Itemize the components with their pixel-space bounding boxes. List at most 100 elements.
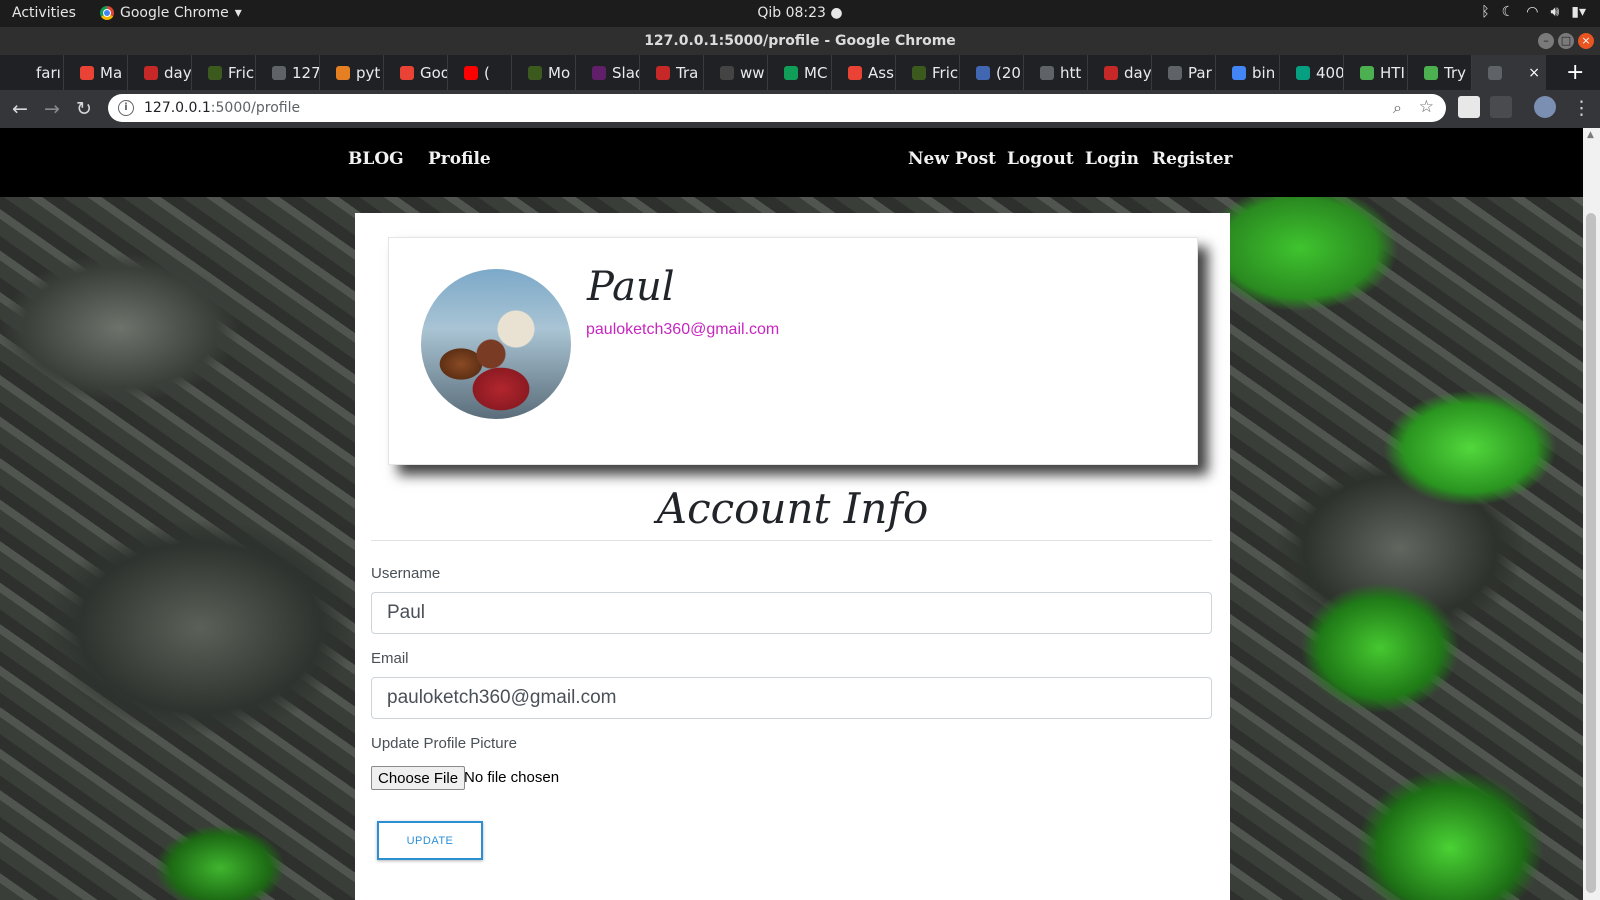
tab[interactable]: Ass [832,55,896,90]
battery-icon[interactable]: ▮▾ [1571,4,1586,20]
tab[interactable]: Try [1408,55,1472,90]
nav-brand[interactable]: BLOG [348,149,404,169]
divider [371,540,1212,541]
tab-favicon-icon [464,65,478,80]
email-label: Email [371,650,409,667]
tab-favicon-icon [848,65,862,80]
maximize-icon[interactable]: □ [1558,33,1574,49]
bluetooth-icon[interactable]: ᛒ [1481,4,1489,20]
nav-profile[interactable]: Profile [428,149,491,169]
tab-favicon-icon [592,65,606,80]
tab[interactable]: farı [0,55,64,90]
tab-label: Goo [420,63,448,82]
tab[interactable]: Fric [896,55,960,90]
nav-logout[interactable]: Logout [1007,149,1074,169]
nav-register[interactable]: Register [1152,149,1232,169]
tab-favicon-icon [1040,65,1054,80]
tab[interactable]: pyt [320,55,384,90]
scroll-up-icon[interactable]: ▲ [1587,130,1594,140]
tab[interactable]: Tra [640,55,704,90]
extension-icon[interactable] [1490,96,1512,118]
tab[interactable]: 127 [256,55,320,90]
wifi-icon[interactable]: ◠ [1526,4,1538,20]
choose-file-button[interactable]: Choose File [371,766,466,790]
tab-label: Ass [868,63,894,82]
content-panel: Paul pauloketch360@gmail.com Account Inf… [355,213,1230,900]
nav-new-post[interactable]: New Post [908,149,996,169]
tab-label: htt [1060,63,1082,82]
tab-favicon-icon [528,65,542,80]
font-extension-icon[interactable] [1458,96,1480,118]
tab-label: 127 [292,63,320,82]
tab-favicon-icon [272,65,286,80]
tab-label: Ma [100,63,123,82]
tab-favicon-icon [400,65,414,80]
tab-favicon-icon [976,65,990,80]
profile-card: Paul pauloketch360@gmail.com [388,237,1198,465]
avatar [421,269,571,419]
window-title: 127.0.0.1:5000/profile - Google Chrome [0,27,1600,55]
url-path: :5000/profile [210,100,301,116]
username-label: Username [371,565,441,582]
close-window-icon[interactable]: × [1578,33,1594,49]
tab-favicon-icon [656,65,670,80]
tab[interactable]: ( [448,55,512,90]
back-arrow-icon[interactable]: ← [12,98,28,120]
tab-label: ww [740,63,765,82]
tab[interactable]: day [128,55,192,90]
kebab-menu-icon[interactable]: ⋮ [1572,97,1591,119]
tab[interactable]: Slac [576,55,640,90]
tab-favicon-icon [1104,65,1118,80]
page-scrollbar[interactable]: ▲ [1583,128,1600,900]
night-light-icon[interactable]: ☾ [1502,4,1515,20]
tab-label: Try [1444,63,1467,82]
browser-toolbar: ← → ↻ i 127.0.0.1:5000/profile ⌕ ☆ ⋮ [0,90,1600,128]
tab[interactable]: ww [704,55,768,90]
scrollbar-thumb[interactable] [1586,213,1596,893]
tab[interactable]: Par [1152,55,1216,90]
tab[interactable]: Fric [192,55,256,90]
email-field[interactable] [371,677,1212,719]
tab-favicon-icon [784,65,798,80]
bookmark-star-icon[interactable]: ☆ [1419,97,1434,117]
tab[interactable]: HTI [1344,55,1408,90]
file-status: No file chosen [464,769,560,786]
username-field[interactable] [371,592,1212,634]
profile-email: pauloketch360@gmail.com [586,321,780,338]
tab[interactable]: Ma [64,55,128,90]
forward-arrow-icon[interactable]: → [44,98,60,120]
address-bar[interactable]: i 127.0.0.1:5000/profile ⌕ ☆ [108,94,1446,122]
tab-label: pyt [356,63,381,82]
system-tray[interactable]: ᛒ ☾ ◠ 🔊︎ ▮▾ [1481,4,1586,20]
page-title: Account Info [656,484,929,533]
tab-label: day [1124,63,1152,82]
site-info-icon[interactable]: i [118,100,134,116]
nav-login[interactable]: Login [1085,149,1139,169]
new-tab-icon[interactable]: + [1566,60,1584,85]
tab-label: Mo [548,63,571,82]
zoom-icon[interactable]: ⌕ [1393,98,1402,118]
tab[interactable]: Mo [512,55,576,90]
page-viewport: BLOG Profile New Post Logout Login Regis… [0,128,1583,900]
tab-label: Fric [932,63,959,82]
tab[interactable]: Goo [384,55,448,90]
tab[interactable]: MC [768,55,832,90]
minimize-icon[interactable]: – [1538,33,1554,49]
address-url[interactable]: 127.0.0.1:5000/profile [144,100,300,116]
tab[interactable]: (20 [960,55,1024,90]
tab-favicon-icon [336,65,350,80]
tab[interactable]: bin [1216,55,1280,90]
tab[interactable]: htt [1024,55,1088,90]
clock[interactable]: Qib 08:23 ● [0,5,1600,21]
tab-close-icon[interactable]: × [1528,65,1540,81]
tab-label: day [164,63,192,82]
profile-avatar-icon[interactable] [1534,96,1556,118]
update-button[interactable]: UPDATE [377,821,483,860]
tab[interactable]: day [1088,55,1152,90]
tab-favicon-icon [1168,65,1182,80]
reload-icon[interactable]: ↻ [76,98,92,120]
volume-icon[interactable]: 🔊︎ [1550,4,1559,20]
tab-favicon-icon [1296,65,1310,80]
tab-active[interactable]: × [1472,55,1546,90]
tab[interactable]: 400 [1280,55,1344,90]
